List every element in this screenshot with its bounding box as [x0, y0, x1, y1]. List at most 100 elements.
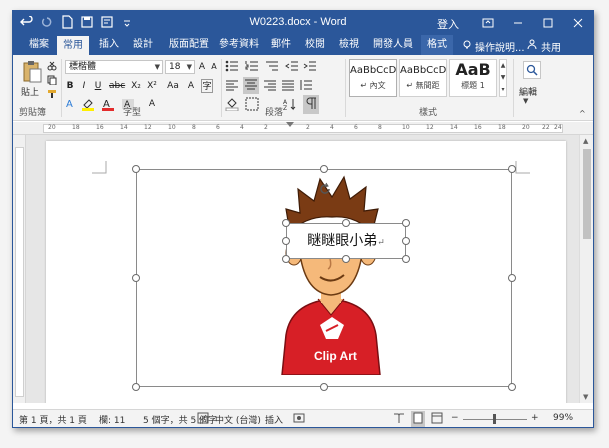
save-icon[interactable]	[79, 14, 95, 30]
zoom-out-button[interactable]: −	[451, 413, 459, 423]
textbox-handle[interactable]	[402, 219, 410, 227]
bold-button[interactable]: B	[65, 79, 75, 93]
resize-handle[interactable]	[132, 274, 140, 282]
align-right-icon[interactable]	[263, 79, 277, 94]
indent-marker[interactable]	[286, 122, 294, 127]
scroll-up-icon[interactable]: ▲	[583, 137, 588, 145]
tab-home[interactable]: 常用	[57, 35, 89, 55]
italic-button[interactable]: I	[79, 79, 89, 93]
tab-layout[interactable]: 版面配置	[163, 35, 215, 55]
web-layout-icon[interactable]	[431, 412, 443, 427]
font-size-field[interactable]: 18 ▼	[165, 60, 195, 74]
customize-icon[interactable]	[119, 14, 135, 30]
zoom-slider-thumb[interactable]	[493, 414, 496, 424]
tab-references[interactable]: 參考資料	[213, 35, 265, 55]
resize-handle[interactable]	[320, 383, 328, 391]
text-box[interactable]: 瞇瞇眼小弟↵	[286, 223, 406, 259]
style-normal[interactable]: AaBbCcD ↵ 內文	[349, 59, 397, 97]
sort-icon[interactable]: AZ	[283, 97, 297, 114]
style-no-spacing[interactable]: AaBbCcD ↵ 無間距	[399, 59, 447, 97]
scroll-thumb[interactable]	[583, 149, 591, 239]
collapse-ribbon-icon[interactable]: ^	[579, 109, 586, 118]
highlight-color-icon[interactable]	[81, 97, 95, 114]
minimize-icon[interactable]	[503, 11, 533, 35]
textbox-handle[interactable]	[342, 219, 350, 227]
increase-indent-icon[interactable]	[303, 60, 317, 75]
tell-me-search[interactable]: 操作說明...	[475, 39, 525, 54]
strikethrough-button[interactable]: abc	[109, 79, 125, 93]
decrease-indent-icon[interactable]	[285, 60, 299, 75]
tab-developer[interactable]: 開發人員	[367, 35, 419, 55]
numbering-icon[interactable]	[245, 60, 259, 75]
ribbon-display-icon[interactable]	[473, 11, 503, 35]
proofing-icon[interactable]	[197, 412, 209, 427]
change-case-button[interactable]: Aa	[165, 79, 181, 93]
textbox-handle[interactable]	[402, 255, 410, 263]
print-preview-icon[interactable]	[99, 14, 115, 30]
shading-bucket-icon[interactable]	[225, 97, 239, 114]
textbox-handle[interactable]	[282, 255, 290, 263]
cut-icon[interactable]	[47, 61, 57, 74]
rotate-handle-icon[interactable]	[318, 181, 332, 195]
resize-handle[interactable]	[508, 274, 516, 282]
document-page[interactable]: Clip Art 瞇瞇眼小弟↵	[46, 141, 566, 403]
enclose-char-button[interactable]: A	[145, 97, 159, 111]
grow-font-button[interactable]: A	[197, 60, 207, 74]
share-button[interactable]: 共用	[541, 39, 561, 54]
vertical-scrollbar[interactable]: ▲ ▼	[579, 135, 593, 403]
tab-format[interactable]: 格式	[421, 35, 453, 55]
show-marks-icon[interactable]	[303, 95, 319, 114]
redo-icon[interactable]	[39, 14, 55, 30]
search-icon[interactable]	[523, 61, 541, 79]
textbox-handle[interactable]	[282, 237, 290, 245]
sign-in-link[interactable]: 登入	[437, 16, 459, 32]
undo-icon[interactable]	[19, 14, 35, 30]
tab-insert[interactable]: 插入	[93, 35, 125, 55]
line-spacing-icon[interactable]	[299, 79, 313, 94]
textbox-handle[interactable]	[402, 237, 410, 245]
print-layout-icon[interactable]	[411, 411, 425, 427]
textbox-handle[interactable]	[342, 255, 350, 263]
justify-icon[interactable]	[281, 79, 295, 94]
macro-record-icon[interactable]	[293, 412, 305, 427]
textbox-handle[interactable]	[282, 219, 290, 227]
resize-handle[interactable]	[132, 165, 140, 173]
tab-file[interactable]: 檔案	[23, 35, 55, 55]
close-icon[interactable]	[563, 11, 593, 35]
underline-button[interactable]: U	[93, 79, 103, 93]
zoom-in-button[interactable]: +	[531, 413, 539, 423]
page-count[interactable]: 第 1 頁，共 1 頁	[19, 413, 87, 426]
text-effects-icon[interactable]: A	[65, 97, 77, 111]
styles-scroll[interactable]: ▲ ▼ ▾	[499, 59, 507, 97]
font-color-icon[interactable]: A	[101, 97, 115, 114]
shrink-font-button[interactable]: A	[209, 60, 219, 74]
subscript-button[interactable]: X₂	[129, 79, 143, 93]
tab-review[interactable]: 校閱	[299, 35, 331, 55]
resize-handle[interactable]	[320, 165, 328, 173]
maximize-icon[interactable]	[533, 11, 563, 35]
resize-handle[interactable]	[508, 165, 516, 173]
new-doc-icon[interactable]	[59, 14, 75, 30]
tab-design[interactable]: 設計	[127, 35, 159, 55]
align-center-icon[interactable]	[243, 77, 259, 94]
tab-view[interactable]: 檢視	[333, 35, 365, 55]
align-left-icon[interactable]	[225, 79, 239, 94]
zoom-level[interactable]: 99%	[553, 413, 573, 423]
insert-mode[interactable]: 插入	[265, 413, 283, 426]
share-icon[interactable]	[527, 39, 537, 52]
borders-icon[interactable]	[245, 97, 259, 114]
bullets-icon[interactable]	[225, 60, 239, 75]
copy-icon[interactable]	[47, 75, 57, 88]
font-name-field[interactable]: 標楷體 ▼	[65, 60, 163, 74]
read-mode-icon[interactable]	[393, 412, 405, 427]
paste-button[interactable]	[21, 59, 43, 86]
resize-handle[interactable]	[132, 383, 140, 391]
language-indicator[interactable]: 中文 (台灣)	[215, 413, 261, 426]
format-painter-icon[interactable]	[47, 89, 57, 102]
style-heading-1[interactable]: AaB 標題 1	[449, 59, 497, 97]
clear-format-button[interactable]: A	[185, 79, 197, 93]
scroll-down-icon[interactable]: ▼	[583, 393, 588, 401]
character-border-button[interactable]: 字	[201, 79, 213, 93]
resize-handle[interactable]	[508, 383, 516, 391]
multilevel-list-icon[interactable]	[265, 60, 279, 75]
